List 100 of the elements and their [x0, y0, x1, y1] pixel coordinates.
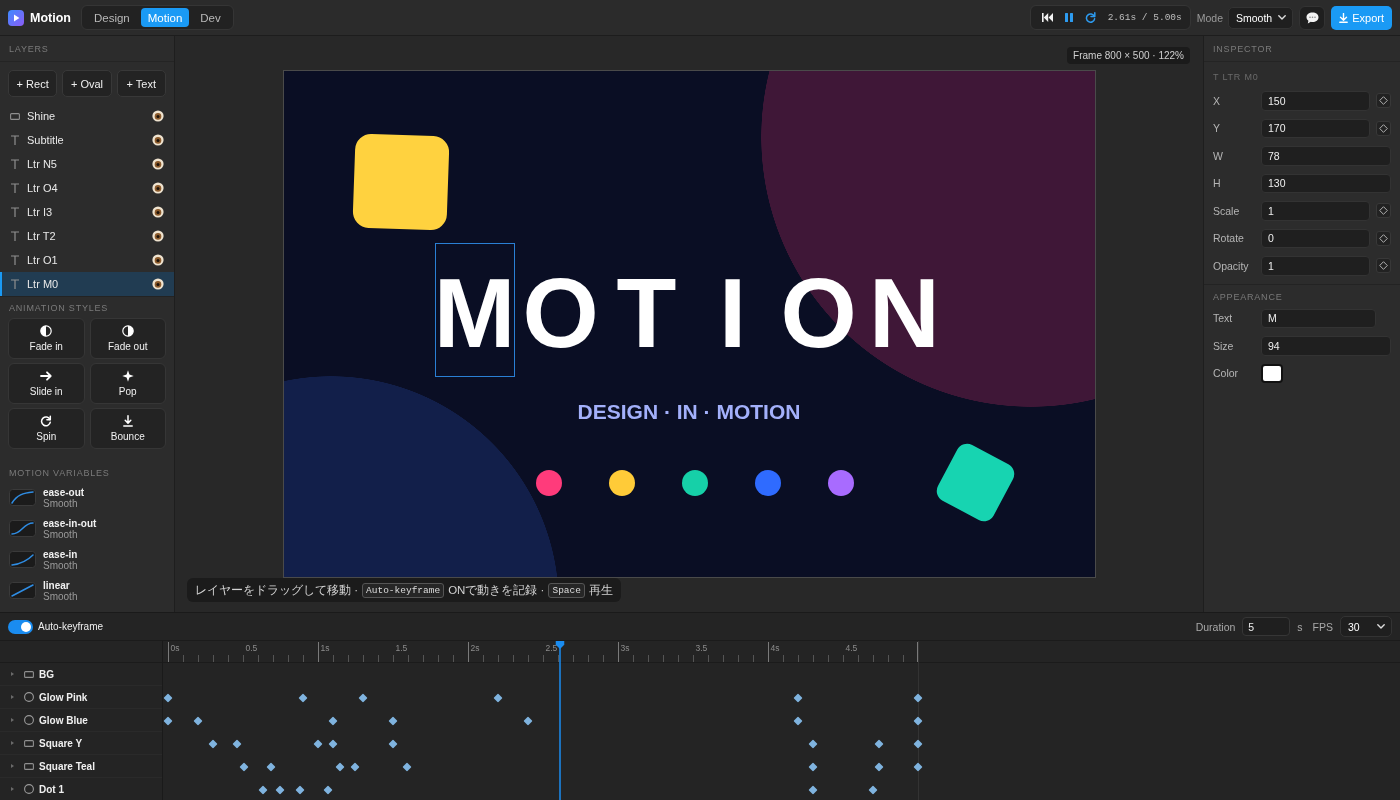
keyframe-marker[interactable]: [298, 693, 308, 702]
variable-name[interactable]: linear: [43, 579, 70, 591]
eye-icon[interactable]: [152, 182, 164, 194]
keyframe-marker[interactable]: [239, 762, 249, 771]
eye-icon[interactable]: [152, 278, 164, 290]
keyframe-marker[interactable]: [913, 716, 923, 725]
keyframe-button[interactable]: [1376, 230, 1391, 246]
caret-icon[interactable]: [11, 718, 14, 722]
keyframe-marker[interactable]: [232, 739, 242, 748]
property-field[interactable]: 1: [1261, 256, 1370, 276]
skip-back-icon[interactable]: [1041, 13, 1053, 22]
color-dot[interactable]: [608, 470, 635, 496]
color-dot[interactable]: [827, 470, 854, 496]
title-letter[interactable]: I: [692, 243, 773, 377]
add-layer-button[interactable]: + Text: [116, 70, 166, 97]
layer-item[interactable]: Ltr M0: [0, 272, 174, 296]
property-field[interactable]: 130: [1261, 173, 1391, 193]
color-dot[interactable]: [681, 470, 708, 496]
keyframe-marker[interactable]: [266, 762, 276, 771]
variable-name[interactable]: ease-in-out: [43, 517, 97, 529]
property-field[interactable]: 78: [1261, 146, 1391, 166]
keyframe-button[interactable]: [1376, 258, 1391, 274]
rounded-square[interactable]: [351, 133, 450, 231]
keyframe-marker[interactable]: [808, 739, 818, 748]
layer-item[interactable]: Ltr N5: [0, 152, 174, 176]
keyframe-button[interactable]: [1376, 120, 1391, 136]
eye-icon[interactable]: [152, 254, 164, 266]
property-field[interactable]: 150: [1261, 91, 1370, 111]
duration-field[interactable]: 5: [1242, 617, 1291, 636]
mode-select[interactable]: Smooth: [1228, 6, 1294, 29]
animation-style-button[interactable]: Fade in: [8, 318, 85, 359]
keyframe-marker[interactable]: [793, 693, 803, 702]
eye-icon[interactable]: [152, 134, 164, 146]
variable-name[interactable]: ease-out: [43, 486, 85, 498]
mode-tab[interactable]: Design: [86, 8, 137, 27]
keyframe-marker[interactable]: [523, 716, 533, 725]
ease-curve-icon[interactable]: [9, 489, 36, 506]
animation-style-button[interactable]: Slide in: [8, 363, 85, 404]
color-dot[interactable]: [535, 470, 562, 496]
caret-icon[interactable]: [11, 672, 14, 676]
keyframe-marker[interactable]: [388, 716, 398, 725]
caret-icon[interactable]: [11, 695, 14, 699]
animation-style-button[interactable]: Spin: [8, 408, 85, 449]
keyframe-marker[interactable]: [808, 785, 818, 794]
keyframe-marker[interactable]: [874, 762, 884, 771]
mode-tab[interactable]: Dev: [193, 8, 228, 27]
keyframe-marker[interactable]: [350, 762, 360, 771]
add-layer-button[interactable]: + Oval: [62, 70, 112, 97]
layer-item[interactable]: Ltr I3: [0, 200, 174, 224]
keyframe-marker[interactable]: [313, 739, 323, 748]
keyframe-marker[interactable]: [913, 762, 923, 771]
eye-icon[interactable]: [152, 230, 164, 242]
ease-curve-icon[interactable]: [9, 582, 36, 599]
keyframe-marker[interactable]: [493, 693, 503, 702]
keyframe-marker[interactable]: [193, 716, 203, 725]
animation-style-button[interactable]: Pop: [89, 363, 166, 404]
keyframe-marker[interactable]: [328, 716, 338, 725]
text-field[interactable]: M: [1261, 308, 1376, 328]
title-letter[interactable]: T: [606, 243, 687, 377]
caret-icon[interactable]: [11, 787, 14, 791]
layer-item[interactable]: Ltr T2: [0, 224, 174, 248]
layer-item[interactable]: Subtitle: [0, 128, 174, 152]
animation-style-button[interactable]: Fade out: [89, 318, 166, 359]
size-field[interactable]: 94: [1261, 336, 1391, 356]
layer-item[interactable]: Ltr O4: [0, 176, 174, 200]
add-layer-button[interactable]: + Rect: [8, 70, 58, 97]
title-letter[interactable]: O: [778, 243, 859, 377]
loop-icon[interactable]: [1084, 12, 1096, 23]
keyframe-marker[interactable]: [208, 739, 218, 748]
keyframe-button[interactable]: [1376, 203, 1391, 219]
layer-item[interactable]: Shine: [0, 104, 174, 128]
title-letter[interactable]: M: [434, 243, 515, 377]
eye-icon[interactable]: [152, 110, 164, 122]
property-field[interactable]: 1: [1261, 201, 1370, 221]
keyframe-marker[interactable]: [808, 762, 818, 771]
keyframe-marker[interactable]: [402, 762, 412, 771]
caret-icon[interactable]: [11, 741, 14, 745]
keyframe-marker[interactable]: [275, 785, 285, 794]
keyframe-marker[interactable]: [913, 693, 923, 702]
keyframe-marker[interactable]: [163, 693, 173, 702]
title-letter[interactable]: O: [520, 243, 601, 377]
ease-curve-icon[interactable]: [9, 551, 36, 568]
subtitle-text[interactable]: DESIGN · IN · MOTION: [577, 400, 801, 424]
track-item[interactable]: BG: [0, 663, 162, 686]
keyframe-marker[interactable]: [328, 739, 338, 748]
keyframe-marker[interactable]: [323, 785, 333, 794]
keyframe-marker[interactable]: [258, 785, 268, 794]
comment-button[interactable]: [1299, 5, 1326, 30]
keyframe-marker[interactable]: [874, 739, 884, 748]
pause-icon[interactable]: [1064, 13, 1073, 22]
track-item[interactable]: Square Teal: [0, 755, 162, 778]
caret-icon[interactable]: [11, 764, 14, 768]
ease-curve-icon[interactable]: [9, 520, 36, 537]
keyframe-marker[interactable]: [388, 739, 398, 748]
property-field[interactable]: 0: [1261, 228, 1370, 248]
keyframe-marker[interactable]: [358, 693, 368, 702]
track-item[interactable]: Glow Pink: [0, 686, 162, 709]
time-ruler[interactable]: 0s 0.5 1s 1.5 2s 2.5 3s 3.5 4s 4.5: [168, 641, 918, 663]
track-item[interactable]: Glow Blue: [0, 709, 162, 732]
keyframe-marker[interactable]: [335, 762, 345, 771]
